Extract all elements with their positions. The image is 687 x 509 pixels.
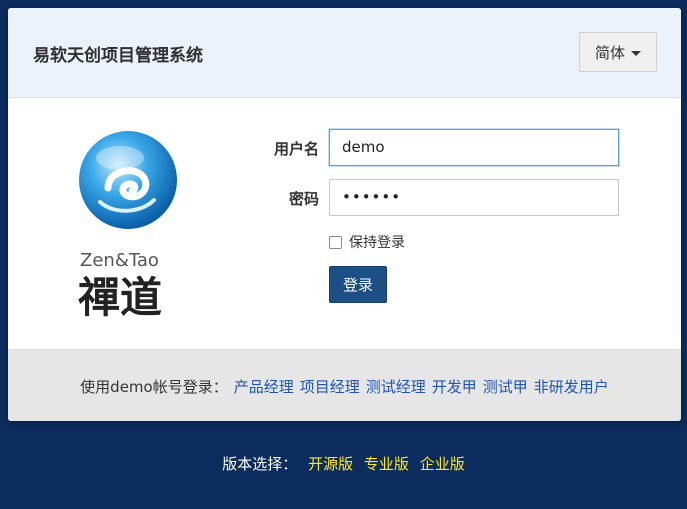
remember-me-label: 保持登录: [349, 235, 405, 251]
demo-link-developer[interactable]: 开发甲: [432, 376, 477, 397]
demo-link-project-manager[interactable]: 项目经理: [300, 376, 360, 397]
logo-brand-text: Zen&Tao: [80, 250, 159, 271]
username-input[interactable]: demo: [329, 129, 619, 166]
password-input[interactable]: ••••••: [329, 179, 619, 216]
version-link-enterprise[interactable]: 企业版: [420, 455, 465, 473]
app-title: 易软天创项目管理系统: [33, 46, 203, 66]
zentao-logo: Zen&Tao 禪道: [78, 130, 188, 322]
username-label: 用户名: [273, 140, 319, 158]
language-dropdown-button[interactable]: 简体: [579, 32, 657, 72]
demo-link-non-dev-user[interactable]: 非研发用户: [534, 376, 609, 397]
version-link-open-source[interactable]: 开源版: [308, 455, 353, 473]
demo-link-tester[interactable]: 测试甲: [483, 376, 528, 397]
caret-down-icon: [631, 50, 641, 56]
demo-link-product-manager[interactable]: 产品经理: [234, 376, 294, 397]
version-selector: 版本选择： 开源版 专业版 企业版: [0, 453, 687, 474]
version-prompt: 版本选择：: [222, 455, 298, 473]
remember-me-checkbox[interactable]: [329, 235, 342, 249]
login-panel: 易软天创项目管理系统 简体 Zen&Tao 禪道 用户名 demo 密码 •••…: [8, 8, 681, 421]
version-link-pro[interactable]: 专业版: [364, 455, 409, 473]
password-label: 密码: [288, 190, 319, 208]
language-label: 简体: [594, 43, 625, 62]
logo-chinese-text: 禪道: [78, 273, 162, 320]
login-button[interactable]: 登录: [329, 266, 387, 303]
demo-accounts-bar: 使用demo帐号登录： 产品经理 项目经理 测试经理 开发甲 测试甲 非研发用户: [8, 349, 681, 421]
remember-me-row[interactable]: 保持登录: [329, 232, 405, 252]
demo-accounts-prompt: 使用demo帐号登录：: [80, 377, 228, 396]
demo-link-test-manager[interactable]: 测试经理: [366, 376, 426, 397]
login-header: 易软天创项目管理系统 简体: [8, 8, 681, 98]
